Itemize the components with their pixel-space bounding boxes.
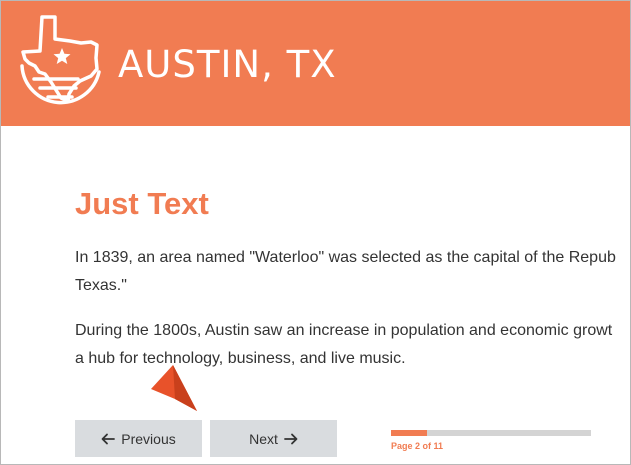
progress-bar-fill bbox=[391, 430, 428, 436]
city-title: AUSTIN, TX bbox=[118, 43, 337, 86]
header-banner: AUSTIN, TX bbox=[1, 1, 630, 126]
paragraph-1: In 1839, an area named "Waterloo" was se… bbox=[75, 244, 616, 300]
paragraph-1-line-1: In 1839, an area named "Waterloo" was se… bbox=[75, 249, 616, 266]
content-heading-area: Just Text bbox=[75, 184, 630, 224]
arrow-right-icon bbox=[283, 433, 298, 444]
arrow-left-icon bbox=[101, 433, 116, 444]
next-button[interactable]: Next bbox=[210, 420, 337, 457]
previous-button[interactable]: Previous bbox=[75, 420, 202, 457]
paragraph-1-line-2: Texas." bbox=[75, 277, 127, 294]
page-title: Just Text bbox=[75, 186, 209, 221]
arrow-pointer-icon bbox=[151, 365, 197, 411]
page-indicator: Page 2 of 11 bbox=[391, 441, 444, 451]
texas-star-sun-logo-icon bbox=[20, 15, 101, 105]
previous-label: Previous bbox=[121, 430, 176, 447]
page-frame: AUSTIN, TX Just Text In 1839, an area na… bbox=[0, 0, 631, 465]
next-label: Next bbox=[249, 430, 278, 447]
progress-bar bbox=[391, 430, 591, 436]
paragraph-2-line-1: During the 1800s, Austin saw an increase… bbox=[75, 322, 613, 339]
